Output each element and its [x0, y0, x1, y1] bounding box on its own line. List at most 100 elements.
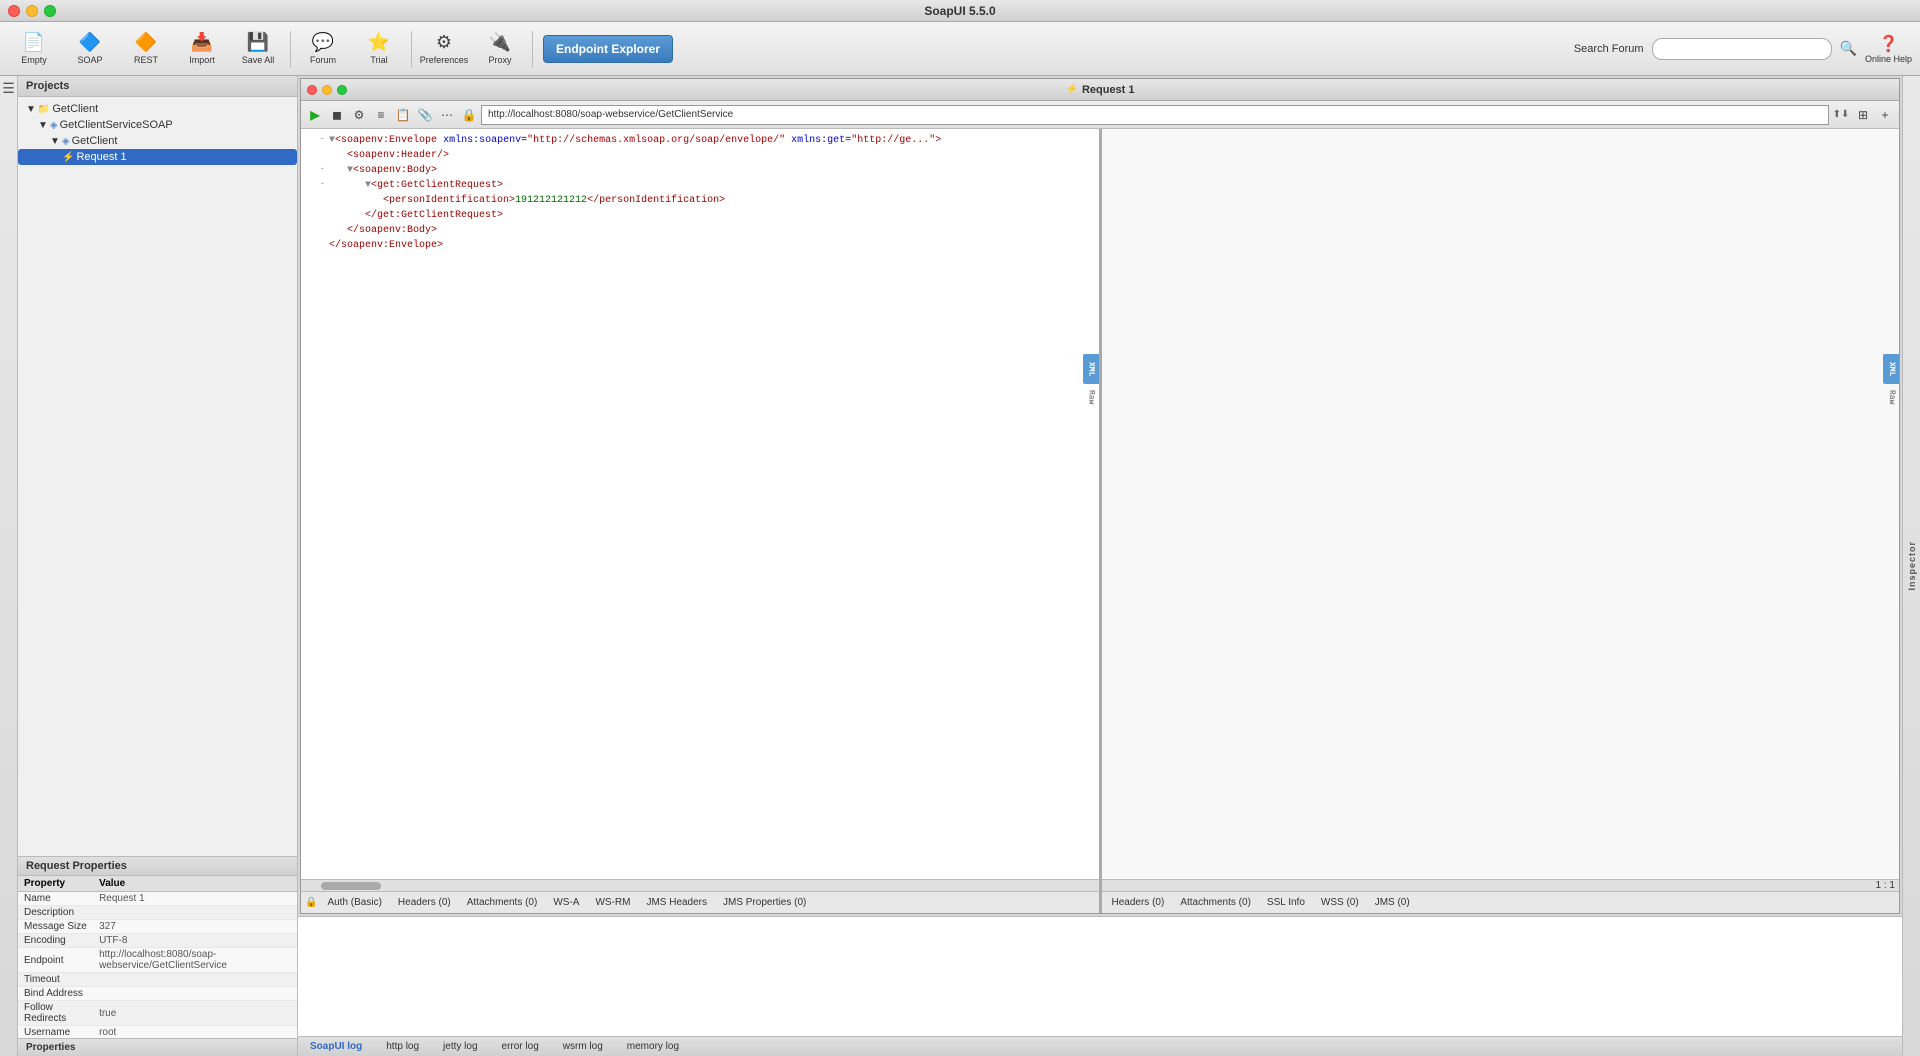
tab-attachments-resp[interactable]: Attachments (0): [1174, 895, 1257, 910]
raw-label[interactable]: Raw: [1083, 386, 1099, 408]
forum-button[interactable]: 💬 Forum: [297, 26, 349, 72]
log-tab-soapui[interactable]: SoapUI log: [306, 1039, 366, 1054]
search-input[interactable]: [1652, 38, 1832, 60]
copy-button[interactable]: 📋: [393, 105, 413, 125]
response-xml-editor[interactable]: XML Raw: [1102, 129, 1900, 879]
request-title: ⚡ Request 1: [1065, 84, 1134, 96]
req-close-button[interactable]: [307, 85, 317, 95]
trial-button[interactable]: ⭐ Trial: [353, 26, 405, 72]
proxy-icon: 🔌: [489, 32, 511, 53]
response-scrollbar[interactable]: 1 : 1: [1102, 879, 1900, 891]
endpoint-explorer-button[interactable]: Endpoint Explorer: [543, 35, 673, 63]
preferences-icon: ⚙: [436, 32, 452, 53]
navigator-sidebar[interactable]: ☰: [0, 76, 18, 1056]
log-content: [298, 917, 1902, 1036]
trial-label: Trial: [370, 55, 387, 65]
traffic-lights[interactable]: [8, 5, 56, 17]
import-icon: 📥: [191, 32, 213, 53]
table-row: Description: [18, 906, 297, 920]
close-button[interactable]: [8, 5, 20, 17]
cancel-button[interactable]: ◼: [327, 105, 347, 125]
proxy-button[interactable]: 🔌 Proxy: [474, 26, 526, 72]
navigator-icon: ☰: [2, 80, 15, 97]
request-toolbar: ▶ ◼ ⚙ ≡ 📋 📎 ⋯ 🔒 http://localhost:8080/so…: [301, 101, 1899, 129]
request-traffic-lights[interactable]: [307, 85, 347, 95]
request-xml-editor[interactable]: - ▼<soapenv:Envelope xmlns:soapenv="http…: [301, 129, 1099, 879]
url-input[interactable]: http://localhost:8080/soap-webservice/Ge…: [481, 105, 1829, 125]
request-title-icon: ⚡: [1065, 84, 1077, 95]
tab-jms-headers[interactable]: JMS Headers: [640, 895, 713, 910]
response-raw-label[interactable]: Raw: [1883, 386, 1899, 408]
log-tab-wsrm[interactable]: wsrm log: [559, 1039, 607, 1054]
request-properties-panel: Request Properties Property Value NameRe…: [18, 856, 297, 1056]
inspector-label: Inspector: [1907, 541, 1917, 591]
online-help-button[interactable]: ❓ Online Help: [1865, 34, 1912, 64]
tab-ws-rm[interactable]: WS-RM: [589, 895, 636, 910]
log-tab-jetty[interactable]: jetty log: [439, 1039, 481, 1054]
tab-auth[interactable]: Auth (Basic): [321, 895, 387, 910]
rest-button[interactable]: 🔶 REST: [120, 26, 172, 72]
property-value: [93, 906, 297, 920]
tree-item-request1[interactable]: ⚡ Request 1: [18, 149, 297, 165]
tab-wss[interactable]: WSS (0): [1315, 895, 1365, 910]
log-tab-http[interactable]: http log: [382, 1039, 423, 1054]
request-titlebar: ⚡ Request 1: [301, 79, 1899, 101]
tab-attachments-req[interactable]: Attachments (0): [461, 895, 544, 910]
search-icon[interactable]: 🔍: [1840, 40, 1857, 57]
send-button[interactable]: ▶: [305, 105, 325, 125]
tree-item-getclient[interactable]: ▼ 📁 GetClient: [18, 101, 297, 117]
left-panel: Projects ▼ 📁 GetClient ▼ ◈ GetClientServ…: [18, 76, 298, 1056]
add-button[interactable]: +: [1875, 105, 1895, 125]
format-button[interactable]: ≡: [371, 105, 391, 125]
scrollbar-thumb[interactable]: [321, 882, 381, 890]
property-name: Name: [18, 892, 93, 906]
tree-item-getclientservice[interactable]: ▼ ◈ GetClientServiceSOAP: [18, 117, 297, 133]
log-tab-error[interactable]: error log: [498, 1039, 543, 1054]
request-scrollbar[interactable]: [301, 879, 1099, 891]
tab-headers-resp[interactable]: Headers (0): [1106, 895, 1171, 910]
empty-button[interactable]: 📄 Empty: [8, 26, 60, 72]
request-icon: ⚡: [62, 152, 74, 163]
attach-button[interactable]: 📎: [415, 105, 435, 125]
project-tree: ▼ 📁 GetClient ▼ ◈ GetClientServiceSOAP ▼…: [18, 97, 297, 856]
properties-header: Request Properties: [18, 857, 297, 876]
url-spinner[interactable]: ⬆⬇: [1831, 105, 1851, 125]
xml-label[interactable]: XML: [1083, 354, 1099, 384]
tab-headers-req[interactable]: Headers (0): [392, 895, 457, 910]
property-name: Follow Redirects: [18, 1001, 93, 1026]
inspector-sidebar[interactable]: Inspector: [1902, 76, 1920, 1056]
tree-label-getclient: GetClient: [52, 103, 98, 115]
tab-jms-resp[interactable]: JMS (0): [1369, 895, 1416, 910]
tab-ssl-info[interactable]: SSL Info: [1261, 895, 1311, 910]
import-button[interactable]: 📥 Import: [176, 26, 228, 72]
log-tab-memory[interactable]: memory log: [623, 1039, 683, 1054]
config-button[interactable]: ⚙: [349, 105, 369, 125]
main-layout: ☰ Projects ▼ 📁 GetClient ▼ ◈ GetClientSe…: [0, 76, 1920, 1056]
property-value: UTF-8: [93, 934, 297, 948]
tab-jms-properties[interactable]: JMS Properties (0): [717, 895, 812, 910]
tree-label-request1: Request 1: [76, 151, 126, 163]
table-row: NameRequest 1: [18, 892, 297, 906]
save-all-button[interactable]: 💾 Save All: [232, 26, 284, 72]
page-number: 1 : 1: [1876, 880, 1899, 891]
maximize-button[interactable]: [44, 5, 56, 17]
preferences-button[interactable]: ⚙ Preferences: [418, 26, 470, 72]
table-row: Endpointhttp://localhost:8080/soap-webse…: [18, 948, 297, 973]
minimize-button[interactable]: [26, 5, 38, 17]
req-maximize-button[interactable]: [337, 85, 347, 95]
soap-icon: 🔷: [79, 32, 101, 53]
xml-line-5: <personIdentification>191212121212</pers…: [305, 193, 1095, 208]
bottom-response-area: [298, 916, 1902, 1036]
property-name: Username: [18, 1026, 93, 1039]
title-bar: SoapUI 5.5.0: [0, 0, 1920, 22]
response-xml-label[interactable]: XML: [1883, 354, 1899, 384]
soap-button[interactable]: 🔷 SOAP: [64, 26, 116, 72]
properties-table: Property Value NameRequest 1DescriptionM…: [18, 876, 297, 1038]
more-button[interactable]: ⋯: [437, 105, 457, 125]
expand-button[interactable]: ⊞: [1853, 105, 1873, 125]
tree-item-getclient-sub[interactable]: ▼ ◈ GetClient: [18, 133, 297, 149]
req-minimize-button[interactable]: [322, 85, 332, 95]
tab-ws-a[interactable]: WS-A: [547, 895, 585, 910]
save-all-icon: 💾: [247, 32, 269, 53]
auth-lock-icon: 🔒: [305, 897, 317, 908]
